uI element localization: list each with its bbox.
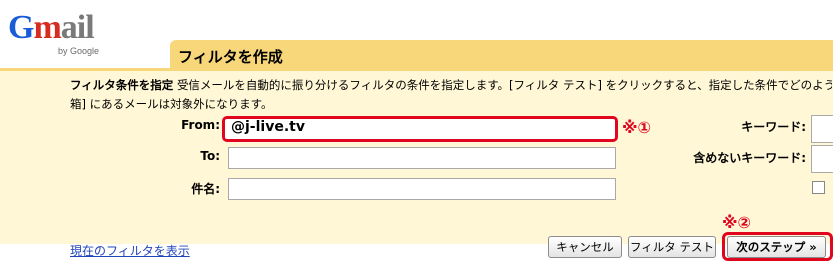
description-text-2: 箱] にあるメールは対象外になります。	[70, 97, 273, 111]
exclude-keyword-label: 含めないキーワード:	[693, 151, 806, 165]
gmail-logo-text: Gmail	[8, 8, 95, 48]
description-text-1: 受信メールを自動的に振り分けるフィルタの条件を指定します。[フィルタ テスト] …	[176, 78, 832, 92]
subject-label: 件名:	[191, 182, 220, 196]
logo-letter-m: m	[33, 9, 61, 46]
title-bar: フィルタを作成	[170, 40, 833, 70]
filter-description: フィルタ条件を指定 受信メールを自動的に振り分けるフィルタの条件を指定します。[…	[70, 76, 832, 114]
logo-letter-i: i	[76, 9, 87, 46]
cancel-button[interactable]: キャンセル	[548, 236, 622, 258]
description-heading: フィルタ条件を指定	[70, 78, 174, 92]
to-input[interactable]	[228, 147, 616, 169]
logo-letter-a: a	[60, 9, 78, 46]
exclude-keyword-input[interactable]	[811, 145, 833, 173]
keyword-label: キーワード:	[741, 120, 806, 134]
gmail-logo: Gmail by Google	[8, 8, 108, 58]
from-input[interactable]: @j-live.tv	[222, 116, 618, 142]
annotation-mark-2: ※②	[722, 213, 752, 232]
logo-letter-g: G	[8, 9, 34, 46]
next-step-highlight: 次のステップ »	[722, 232, 833, 261]
attachment-checkbox[interactable]	[812, 181, 825, 194]
subject-input[interactable]	[228, 178, 616, 200]
logo-byline: by Google	[58, 46, 100, 56]
page-title: フィルタを作成	[178, 48, 283, 66]
keyword-input[interactable]	[811, 115, 833, 143]
annotation-mark-1: ※①	[622, 118, 652, 137]
description-line-1: フィルタ条件を指定 受信メールを自動的に振り分けるフィルタの条件を指定します。[…	[70, 76, 832, 95]
filter-test-button[interactable]: フィルタ テスト	[628, 236, 716, 258]
from-label: From:	[181, 118, 220, 132]
next-step-button[interactable]: 次のステップ »	[727, 236, 826, 258]
show-current-filters-link[interactable]: 現在のフィルタを表示	[70, 242, 190, 259]
to-label: To:	[200, 149, 220, 163]
logo-letter-l: l	[85, 9, 95, 46]
